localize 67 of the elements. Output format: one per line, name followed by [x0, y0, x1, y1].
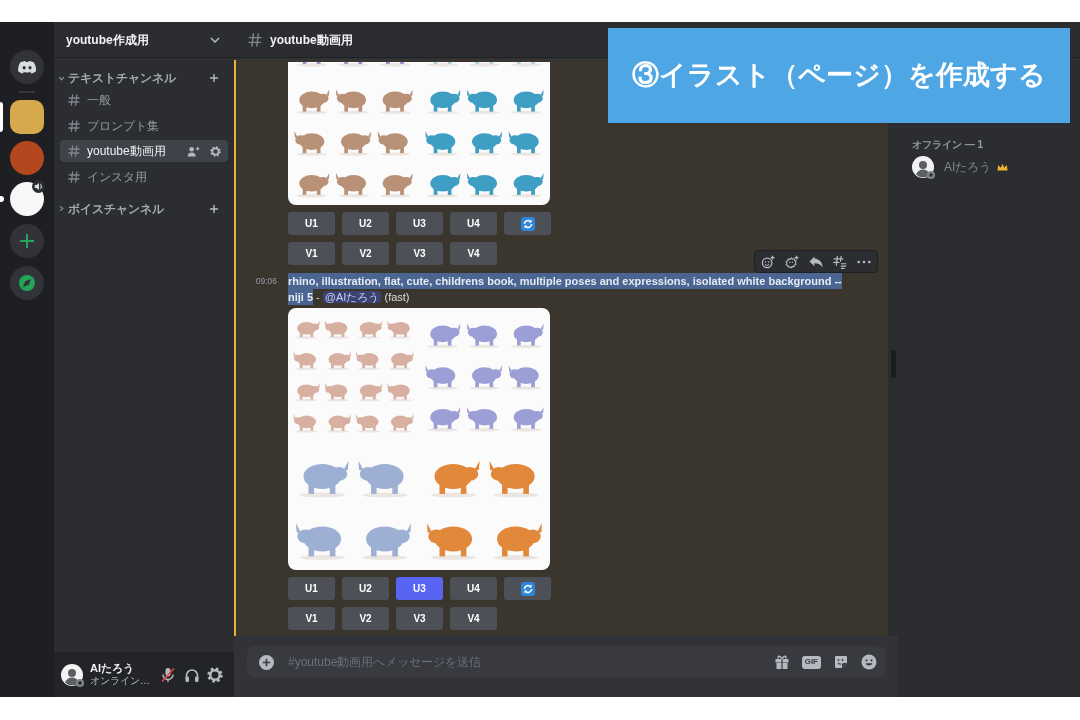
server-icon[interactable] — [10, 100, 44, 134]
plus-icon[interactable] — [10, 224, 44, 258]
channel-item[interactable]: 一般 — [60, 89, 228, 111]
plus-icon[interactable] — [209, 73, 219, 83]
caret-icon[interactable] — [58, 205, 65, 212]
timestamp: 09:06 — [255, 275, 277, 288]
option-button[interactable]: U1 — [288, 577, 335, 600]
plus-circle-icon[interactable] — [259, 654, 274, 670]
channel-item[interactable]: プロンプト集 — [60, 114, 228, 137]
hash-icon — [68, 119, 80, 132]
refresh-button[interactable] — [504, 212, 551, 235]
caret-icon[interactable] — [58, 74, 65, 82]
headphones-icon[interactable] — [183, 666, 200, 683]
smiley-plus-icon[interactable] — [761, 254, 775, 269]
hash-icon — [68, 94, 80, 106]
refresh-button[interactable] — [504, 577, 551, 600]
option-button[interactable]: V4 — [450, 242, 497, 265]
option-button[interactable]: U3 — [396, 212, 443, 235]
hash-icon — [248, 32, 262, 47]
logo-icon[interactable] — [10, 50, 44, 84]
user-name: AIたろう — [90, 662, 135, 675]
option-button[interactable]: V4 — [450, 607, 497, 630]
refresh-icon — [520, 581, 535, 596]
category-label[interactable]: テキストチャンネル — [68, 70, 209, 86]
reply-icon[interactable] — [809, 254, 823, 269]
user-mention[interactable]: @AIたろう — [322, 291, 382, 303]
option-button[interactable]: V3 — [396, 607, 443, 630]
option-button[interactable]: V3 — [396, 242, 443, 265]
option-button[interactable]: U4 — [450, 212, 497, 235]
status-icon — [927, 171, 935, 179]
option-button[interactable]: U4 — [450, 577, 497, 600]
option-button[interactable]: U2 — [342, 212, 389, 235]
hash-icon — [68, 170, 80, 183]
hash-lines-icon[interactable] — [833, 254, 847, 269]
option-button[interactable]: U2 — [342, 577, 389, 600]
message-text: rhino, illustration, flat, cute, childrens book, multiple poses and expressions, isolated white background --niji 5 - @AIたろう (fast) — [288, 273, 843, 305]
user-status: オンライン… — [90, 675, 150, 687]
smiley-icon[interactable] — [861, 654, 877, 670]
burst-smiley-plus-icon[interactable] — [785, 254, 799, 269]
microphone-muted-icon[interactable] — [160, 666, 176, 683]
channel-item[interactable]: youtube動画用 — [60, 140, 228, 162]
add-person-icon[interactable] — [187, 145, 200, 157]
member-group-title: オフライン — 1 — [912, 138, 985, 151]
channel-title: youtube動画用 — [270, 31, 353, 49]
option-button[interactable]: V1 — [288, 242, 335, 265]
gift-icon[interactable] — [773, 654, 790, 670]
option-button[interactable]: U3 — [396, 577, 443, 600]
option-button[interactable]: U1 — [288, 212, 335, 235]
option-button[interactable]: V2 — [342, 242, 389, 265]
category-label[interactable]: ボイスチャンネル — [68, 200, 209, 217]
more-icon[interactable] — [857, 259, 871, 264]
sticker-icon[interactable] — [833, 654, 849, 670]
option-button[interactable]: V2 — [342, 607, 389, 630]
status-icon — [76, 678, 84, 687]
compass-icon[interactable] — [10, 266, 44, 300]
member-item[interactable]: AIたろう — [912, 156, 1080, 178]
channel-item[interactable]: インスタ用 — [60, 165, 228, 188]
settings-icon[interactable] — [207, 666, 223, 683]
avatar-icon[interactable] — [61, 663, 83, 686]
option-button[interactable]: V1 — [288, 607, 335, 630]
plus-icon[interactable] — [209, 203, 219, 214]
chevron-down-icon — [210, 36, 220, 43]
hash-icon — [68, 145, 80, 157]
settings-icon[interactable] — [210, 145, 221, 157]
caption-banner: ③イラスト（ページ）を作成する — [608, 28, 1070, 123]
gif-button[interactable]: GIF — [801, 655, 821, 669]
refresh-icon — [520, 216, 535, 231]
